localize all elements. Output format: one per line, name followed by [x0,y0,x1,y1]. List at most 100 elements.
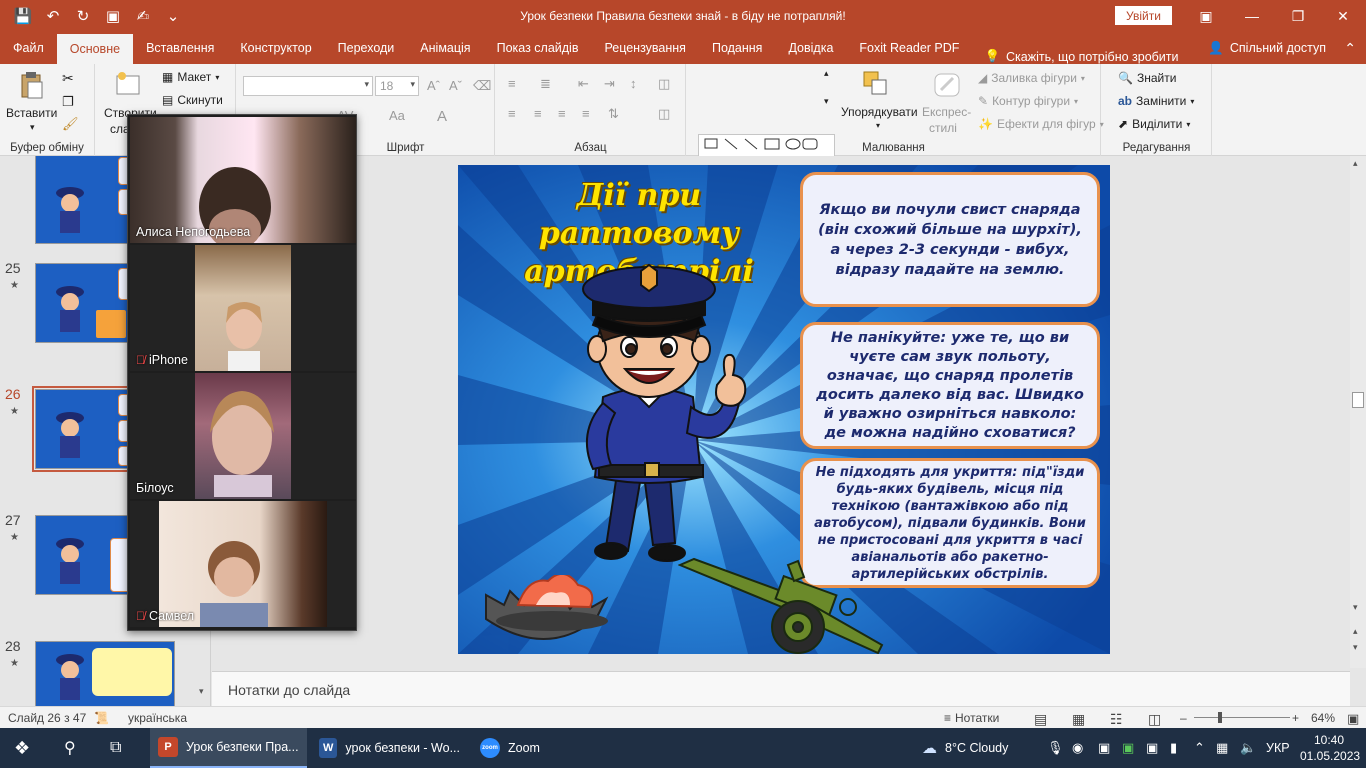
normal-view-icon[interactable]: ▤ [1034,711,1047,728]
reset-button[interactable]: ▤ Скинути [162,93,223,107]
taskbar-zoom[interactable]: zoom Zoom [472,728,552,768]
customize-qat-icon[interactable]: ⌄ [160,4,186,28]
proofing-icon[interactable]: 📜 [94,711,109,725]
arrange-button[interactable]: Упорядкувати [841,105,918,119]
tab-transitions[interactable]: Переходи [325,32,408,64]
cut-icon[interactable]: ✂ [62,70,74,87]
justify-icon[interactable]: ≡ [582,106,590,121]
line-spacing-icon[interactable]: ↕ [630,76,637,91]
decrease-indent-icon[interactable]: ⇤ [578,76,589,92]
next-slide-icon[interactable]: ▾ [1353,642,1358,653]
reading-view-icon[interactable]: ☷ [1110,711,1123,728]
notes-toggle-button[interactable]: ≡ Нотатки [944,711,999,725]
zoom-tray-icon[interactable]: ◉ [1072,740,1083,756]
align-left-icon[interactable]: ≡ [508,106,516,121]
clock[interactable]: 10:40 01.05.2023 [1300,732,1360,764]
participant-tile-3[interactable]: Білоус [130,373,356,499]
network-icon[interactable]: ▦ [1216,740,1228,756]
shapes-more-icon[interactable]: ▾ [824,96,829,107]
tab-foxit[interactable]: Foxit Reader PDF [846,32,972,64]
task-view-icon[interactable]: ⧉ [102,728,129,768]
format-painter-icon[interactable]: 🖌 [62,116,79,132]
font-color-icon[interactable]: A [437,108,447,125]
numbering-icon[interactable]: ≣ [540,76,551,92]
cloud-sync-tray-icon[interactable]: ▣ [1122,740,1134,756]
copy-icon[interactable]: ❐ [62,94,74,110]
zoom-gallery-window[interactable]: Алиса Непогодьева 🎙̸ iPhone Білоус 🎙̸ Самв… [127,114,357,631]
zoom-out-icon[interactable]: – [1180,711,1187,725]
tab-slideshow[interactable]: Показ слайдів [484,32,592,64]
replace-button[interactable]: ab Замінити ▾ [1118,94,1194,108]
fit-slide-icon[interactable]: ▣ [1347,711,1359,727]
scroll-thumb[interactable] [1352,392,1364,408]
battery-icon[interactable]: ▮ [1170,740,1177,756]
shape-effects-button[interactable]: ✨ Ефекти для фігур ▾ [978,117,1104,131]
redo-icon[interactable]: ↻ [70,4,96,28]
tab-view[interactable]: Подання [699,32,775,64]
participant-tile-2[interactable]: 🎙̸ iPhone [130,245,356,371]
security-tray-icon[interactable]: ▣ [1146,740,1158,756]
tab-insert[interactable]: Вставлення [133,32,227,64]
zoom-slider-thumb[interactable] [1218,712,1222,723]
quick-styles-button[interactable]: Експрес- [922,105,971,119]
maximize-button[interactable]: ❐ [1275,0,1321,32]
undo-icon[interactable]: ↶ [40,4,66,28]
volume-icon[interactable]: 🔈 [1240,740,1256,756]
windows-start-icon[interactable]: ❖ [6,728,38,768]
taskbar-powerpoint[interactable]: P Урок безпеки Пра... [150,728,307,768]
touch-mode-icon[interactable]: ✍ [130,4,156,28]
bullets-icon[interactable]: ≡ [508,76,516,91]
align-center-icon[interactable]: ≡ [534,106,542,121]
collapse-ribbon-icon[interactable]: ⌃ [1344,32,1356,64]
tab-animations[interactable]: Анімація [407,32,483,64]
tab-home[interactable]: Основне [56,34,134,64]
language-indicator[interactable]: українська [128,711,187,725]
quick-styles-icon[interactable] [932,70,962,100]
save-icon[interactable]: 💾 [10,4,36,28]
previous-slide-icon[interactable]: ▴ [1353,626,1358,637]
new-slide-icon[interactable] [114,70,144,100]
start-from-beginning-icon[interactable]: ▣ [100,4,126,28]
microphone-icon[interactable]: 🎙 [1047,740,1064,756]
font-size-combo[interactable]: 18 ▾ [375,76,419,96]
paste-dropdown-icon[interactable]: ▾ [30,122,35,133]
arrange-dropdown-icon[interactable]: ▾ [876,121,880,130]
close-button[interactable]: ✕ [1320,0,1366,32]
quick-styles-button-2[interactable]: стилі [929,121,957,135]
ribbon-display-options-icon[interactable]: ▣ [1183,0,1229,32]
tab-design[interactable]: Конструктор [227,32,324,64]
text-direction-icon[interactable]: ⇅ [608,106,619,122]
scroll-down-icon[interactable]: ▾ [199,686,204,697]
notes-pane[interactable]: Нотатки до слайда [212,671,1350,706]
shape-outline-button[interactable]: ✎ Контур фігури ▾ [978,94,1078,108]
tell-me-box[interactable]: 💡 Скажіть, що потрібно зробити [972,49,1190,64]
align-text-icon[interactable]: ◫ [658,106,670,122]
tab-help[interactable]: Довідка [775,32,846,64]
slide-vertical-scrollbar[interactable]: ▴ ▾ ▴ ▾ [1350,156,1366,668]
columns-icon[interactable]: ◫ [658,76,670,92]
slideshow-icon[interactable]: ◫ [1148,711,1161,728]
tab-review[interactable]: Рецензування [591,32,698,64]
shapes-scroll-up-icon[interactable]: ▴ [824,68,829,79]
font-name-combo[interactable]: ▾ [243,76,373,96]
change-case-icon[interactable]: Aa [389,108,405,123]
paste-icon[interactable] [16,70,46,100]
green-app-tray-icon[interactable]: ▣ [1098,740,1110,756]
taskbar-word[interactable]: W урок безпеки - Wo... [311,728,468,768]
participant-tile-4[interactable]: 🎙̸ Самвел [130,501,356,627]
increase-font-icon[interactable]: Aˆ [427,78,440,93]
participant-tile-1[interactable]: Алиса Непогодьева [130,117,356,243]
scroll-up-icon[interactable]: ▴ [1353,158,1358,169]
share-button[interactable]: 👤 Спільний доступ [1208,32,1326,64]
minimize-button[interactable]: — [1229,0,1275,32]
info-box-1[interactable]: Якщо ви почули свист снаряда (він схожий… [800,172,1100,307]
select-button[interactable]: ⬈ Виділити ▾ [1118,117,1190,131]
paste-button[interactable]: Вставити [6,106,57,120]
zoom-level[interactable]: 64% [1311,711,1335,725]
slide-thumbnail-28[interactable] [35,641,175,706]
slide-sorter-icon[interactable]: ▦ [1072,711,1085,728]
info-box-2[interactable]: Не панікуйте: уже те, що ви чуєте сам зв… [800,322,1100,449]
clear-format-icon[interactable]: ⌫ [473,78,491,94]
sign-in-button[interactable]: Увійти [1115,6,1172,25]
zoom-slider[interactable] [1194,717,1290,718]
